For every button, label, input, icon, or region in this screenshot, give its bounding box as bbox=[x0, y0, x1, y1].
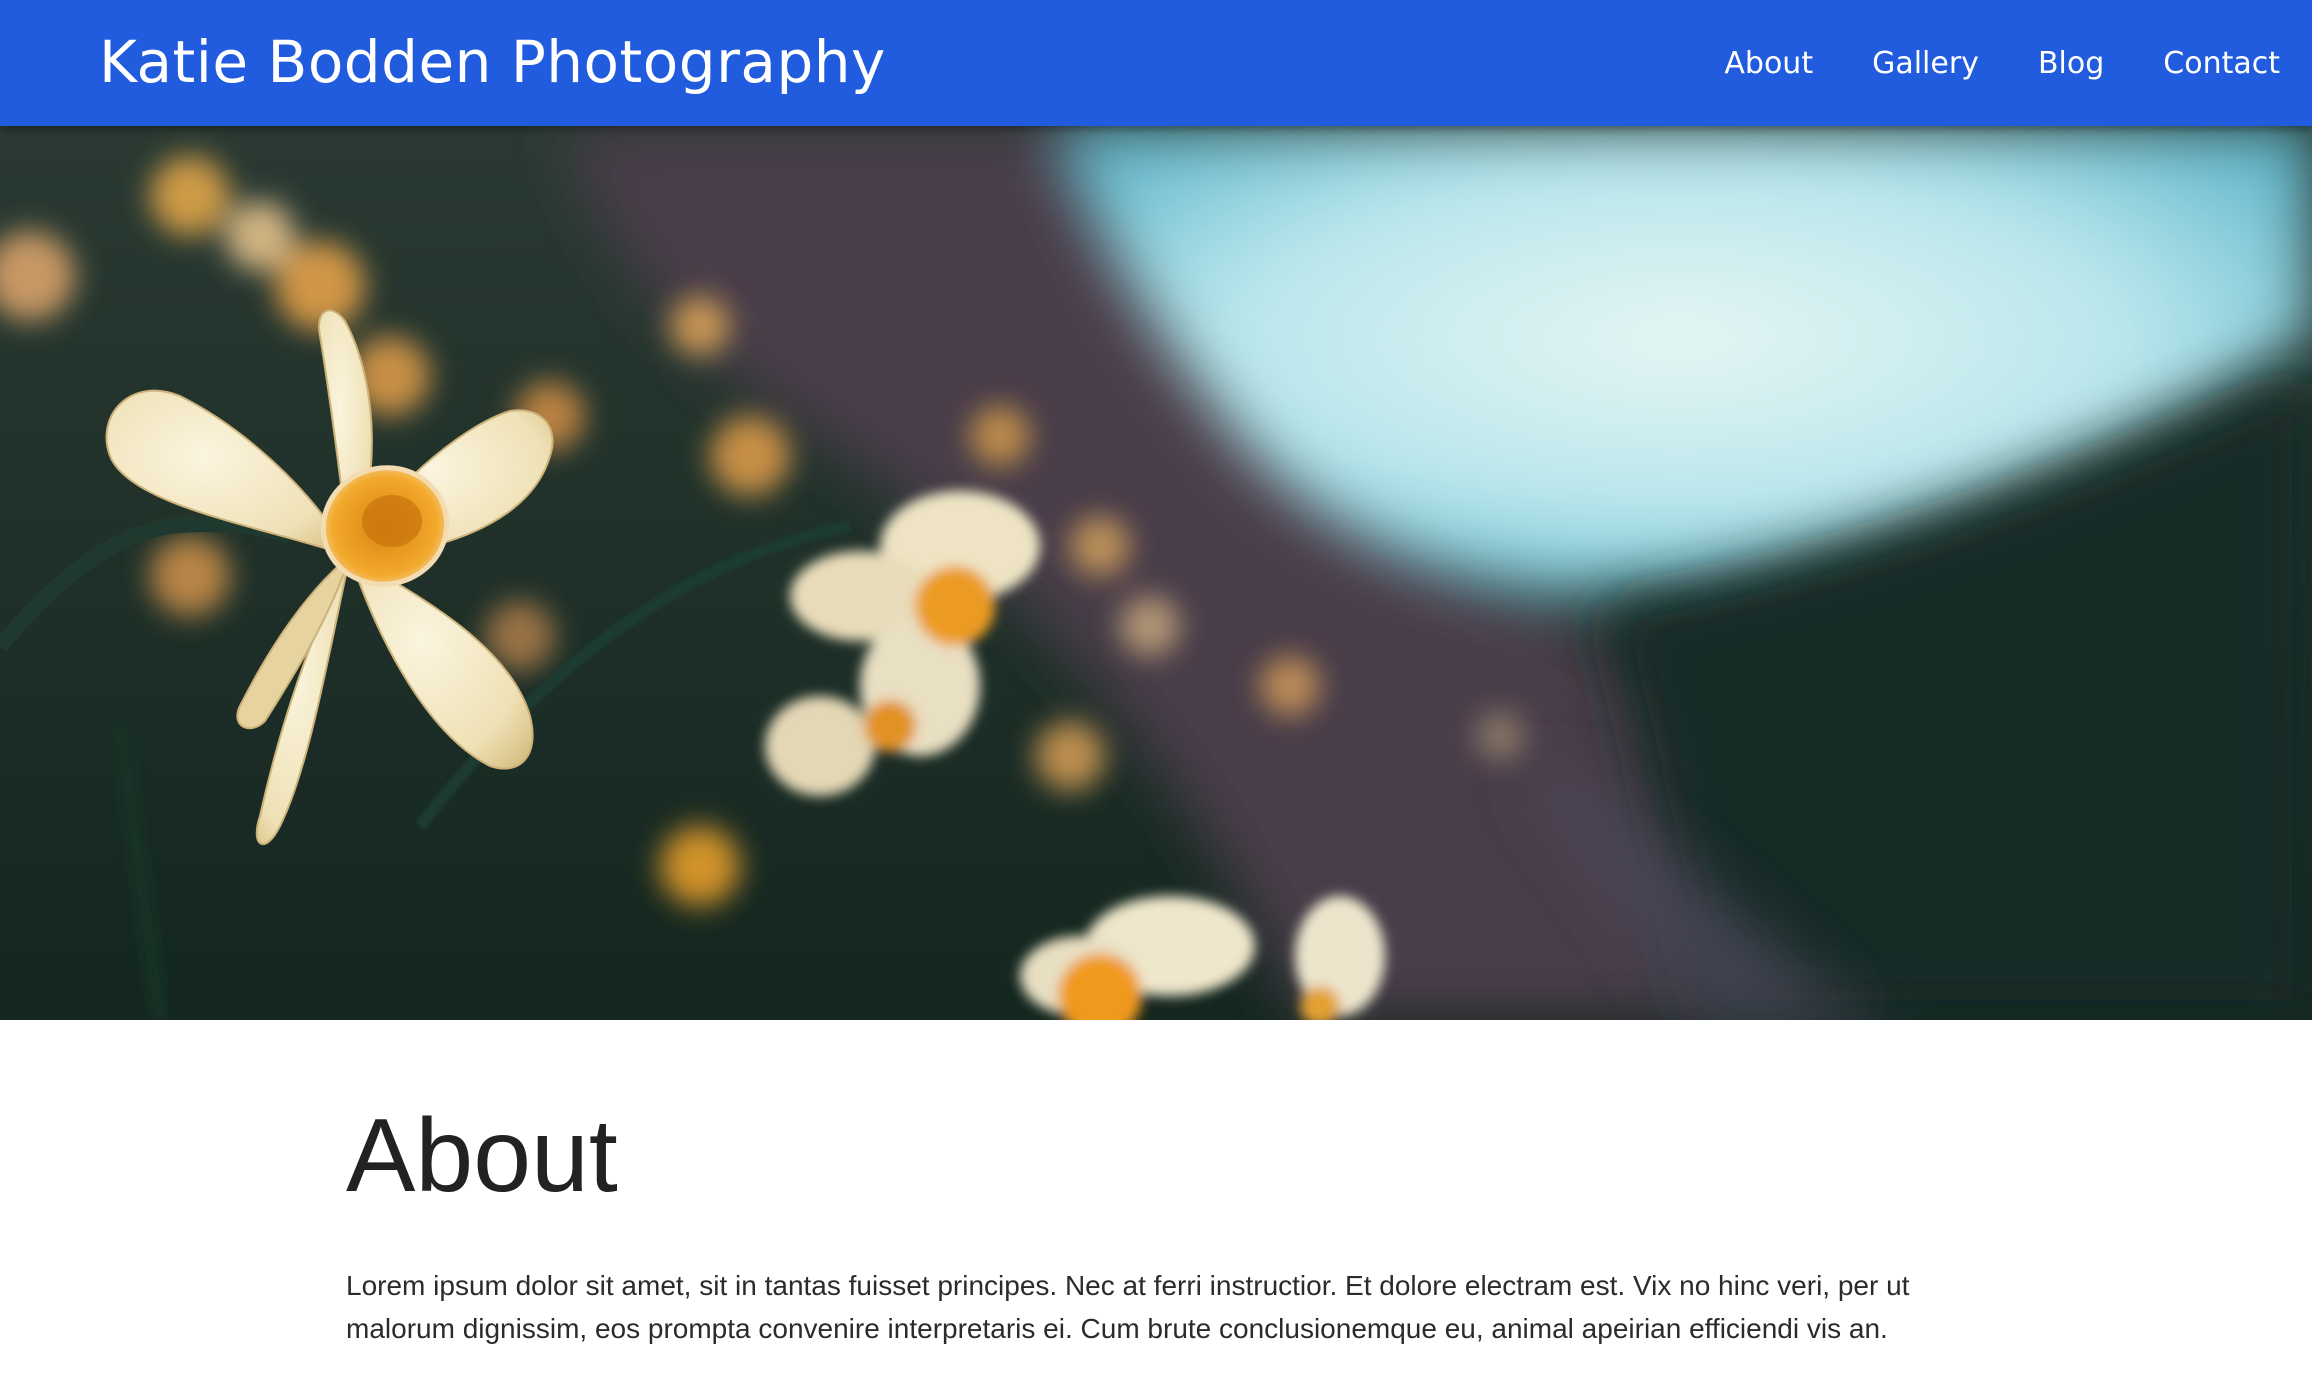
site-title[interactable]: Katie Bodden Photography bbox=[99, 24, 886, 100]
nav-link-blog[interactable]: Blog bbox=[2038, 46, 2104, 81]
main-nav: About Gallery Blog Contact bbox=[1665, 0, 2280, 126]
about-section: About Lorem ipsum dolor sit amet, sit in… bbox=[346, 1020, 1966, 1398]
page-title: About bbox=[346, 1098, 618, 1214]
nav-link-gallery[interactable]: Gallery bbox=[1872, 46, 1979, 81]
site-header: Katie Bodden Photography About Gallery B… bbox=[0, 0, 2312, 126]
about-paragraph-1: Lorem ipsum dolor sit amet, sit in tanta… bbox=[346, 1270, 1910, 1344]
hero-photo-illustration bbox=[0, 126, 2312, 1020]
nav-link-contact[interactable]: Contact bbox=[2163, 46, 2280, 81]
about-paragraph-2: Ad vis gubergren forensibus, essent albu… bbox=[346, 1390, 1966, 1398]
hero-image bbox=[0, 126, 2312, 1020]
nav-link-about[interactable]: About bbox=[1724, 46, 1813, 81]
page: Katie Bodden Photography About Gallery B… bbox=[0, 0, 2312, 1398]
